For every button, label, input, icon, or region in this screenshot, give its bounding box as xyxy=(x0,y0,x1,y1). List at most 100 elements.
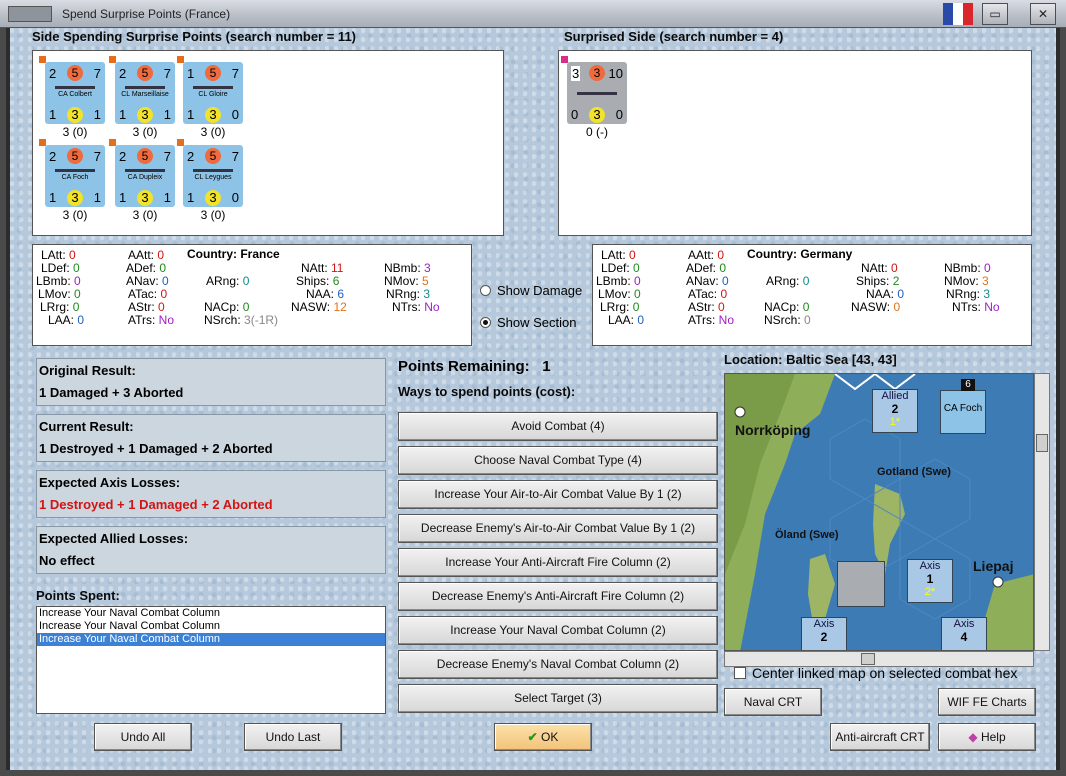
scroll-thumb[interactable] xyxy=(1036,434,1048,452)
decrease-enemy-aa-fire-button[interactable]: Decrease Enemy's Anti-Aircraft Fire Colu… xyxy=(398,582,718,611)
axis-losses-value: 1 Destroyed + 1 Damaged + 2 Aborted xyxy=(39,497,273,512)
unit-counter[interactable]: 2 5 7 CL Marseillaise 1 3 1 xyxy=(109,56,175,124)
linked-map[interactable]: Norrköping Gotland (Swe) Öland (Swe) Lie… xyxy=(724,373,1034,651)
stat-label: ATrs: No xyxy=(128,313,175,327)
unit-stat: 7 xyxy=(93,66,101,81)
minimize-button[interactable]: ▭ xyxy=(982,3,1008,25)
naval-crt-button[interactable]: Naval CRT xyxy=(724,688,822,716)
close-button[interactable]: ✕ xyxy=(1030,3,1056,25)
stat-label: LBmb: 0 xyxy=(596,274,641,288)
ways-to-spend-label: Ways to spend points (cost): xyxy=(398,384,576,399)
points-remaining-label: Points Remaining: 1 xyxy=(398,358,551,375)
wif-fe-charts-button[interactable]: WIF FE Charts xyxy=(938,688,1036,716)
unit-stat: 1 xyxy=(163,190,171,205)
unit-label: 3 (0) xyxy=(200,125,226,139)
select-target-button[interactable]: Select Target (3) xyxy=(398,684,718,713)
unit-stat: 3 xyxy=(571,66,581,81)
axis-losses-title: Expected Axis Losses: xyxy=(39,475,181,490)
unit-stat: 5 xyxy=(67,65,83,81)
points-spent-list[interactable]: Increase Your Naval Combat Column Increa… xyxy=(36,606,386,714)
unit-stat: 1 xyxy=(119,107,127,122)
list-item[interactable]: Increase Your Naval Combat Column xyxy=(37,620,385,633)
avoid-combat-button[interactable]: Avoid Combat (4) xyxy=(398,412,718,441)
show-damage-radio[interactable] xyxy=(480,285,491,296)
unit-stat: 1 xyxy=(163,107,171,122)
scroll-thumb[interactable] xyxy=(861,653,875,665)
choose-naval-combat-type-button[interactable]: Choose Naval Combat Type (4) xyxy=(398,446,718,475)
ok-button[interactable]: ✔ OK xyxy=(494,723,592,751)
ship-icon xyxy=(125,165,165,172)
increase-aa-fire-button[interactable]: Increase Your Anti-Aircraft Fire Column … xyxy=(398,548,718,577)
map-unit-counter[interactable]: 6 CA Foch xyxy=(940,379,986,434)
stat-label: ANav: 0 xyxy=(126,274,169,288)
list-item[interactable]: Increase Your Naval Combat Column xyxy=(37,607,385,620)
decrease-enemy-naval-combat-button[interactable]: Decrease Enemy's Naval Combat Column (2) xyxy=(398,650,718,679)
stat-label: Ships: 2 xyxy=(856,274,900,288)
stat-label: LMov: 0 xyxy=(598,287,641,301)
undo-all-button[interactable]: Undo All xyxy=(94,723,192,751)
stat-label: ADef: 0 xyxy=(686,261,727,275)
unit-stat: 3 xyxy=(67,190,83,206)
stat-label: NRng: 3 xyxy=(946,287,991,301)
enemy-unit-counter[interactable]: 3 3 10 0 3 0 xyxy=(561,56,627,124)
unit-label: 3 (0) xyxy=(132,208,158,222)
map-vertical-scrollbar[interactable] xyxy=(1034,373,1050,651)
unit-name: CA Dupleix xyxy=(127,174,163,181)
unit-stat: 5 xyxy=(137,148,153,164)
axis-hex-marker-3[interactable]: Axis 4 xyxy=(941,617,987,650)
stat-label: ATac: 0 xyxy=(128,287,168,301)
undo-last-button[interactable]: Undo Last xyxy=(244,723,342,751)
anti-aircraft-crt-button[interactable]: Anti-aircraft CRT xyxy=(830,723,930,751)
stat-label: Ships: 6 xyxy=(296,274,340,288)
unit-stat: 0 xyxy=(231,107,239,122)
unit-counter[interactable]: 2 5 7 CA Dupleix 1 3 1 xyxy=(109,139,175,207)
current-result-box: Current Result: 1 Destroyed + 1 Damaged … xyxy=(36,414,386,462)
stat-label: AAtt: 0 xyxy=(688,248,725,262)
increase-naval-combat-button[interactable]: Increase Your Naval Combat Column (2) xyxy=(398,616,718,645)
unit-stat: 3 xyxy=(67,107,83,123)
stat-label: LAA: 0 xyxy=(608,313,645,327)
unit-stat: 1 xyxy=(93,190,101,205)
unit-counter[interactable]: 2 5 7 CL Leygues 1 3 0 xyxy=(177,139,243,207)
unit-counter[interactable]: 2 5 7 CA Foch 1 3 1 xyxy=(39,139,105,207)
axis-hex-marker-2[interactable]: Axis 2 xyxy=(801,617,847,650)
unit-stat: 2 xyxy=(119,66,127,81)
stat-label: NMov: 5 xyxy=(384,274,429,288)
show-damage-label: Show Damage xyxy=(497,283,583,298)
decrease-enemy-air-to-air-button[interactable]: Decrease Enemy's Air-to-Air Combat Value… xyxy=(398,514,718,543)
unit-stat: 5 xyxy=(205,148,221,164)
stat-label: NTrs: No xyxy=(952,300,1000,314)
list-item-selected[interactable]: Increase Your Naval Combat Column xyxy=(37,633,385,646)
stat-label: ADef: 0 xyxy=(126,261,167,275)
unit-name: CA Colbert xyxy=(58,91,92,98)
help-button[interactable]: ◆ Help xyxy=(938,723,1036,751)
center-linked-map-checkbox[interactable] xyxy=(734,667,746,679)
unit-counter[interactable]: 1 5 7 CL Gloire 1 3 0 xyxy=(177,56,243,124)
show-section-radio[interactable] xyxy=(480,317,491,328)
unit-stat: 2 xyxy=(119,149,127,164)
unit-counter[interactable]: 2 5 7 CA Colbert 1 3 1 xyxy=(39,56,105,124)
points-spent-label: Points Spent: xyxy=(36,588,120,603)
unit-stat: 3 xyxy=(137,107,153,123)
unit-stat: 1 xyxy=(119,190,127,205)
unit-marker-icon xyxy=(39,139,46,146)
unit-stat: 3 xyxy=(589,65,605,81)
unit-stat: 1 xyxy=(187,66,195,81)
dialog-body: Side Spending Surprise Points (search nu… xyxy=(6,28,1060,770)
original-result-title: Original Result: xyxy=(39,363,136,378)
stat-label: LRrg: 0 xyxy=(600,300,640,314)
stat-label: ANav: 0 xyxy=(686,274,729,288)
enemy-map-counter[interactable] xyxy=(837,561,885,607)
ship-icon xyxy=(125,82,165,89)
window-menu-icon[interactable] xyxy=(8,6,52,22)
ok-label: OK xyxy=(541,730,559,744)
unit-marker-icon xyxy=(39,56,46,63)
stat-label: ARng: 0 xyxy=(766,274,810,288)
unit-stat: 7 xyxy=(163,149,171,164)
axis-hex-marker[interactable]: Axis 1 2* xyxy=(907,559,953,603)
original-result-box: Original Result: 1 Damaged + 3 Aborted xyxy=(36,358,386,406)
unit-stat: 2 xyxy=(49,66,57,81)
stat-label: LAA: 0 xyxy=(48,313,85,327)
increase-air-to-air-button[interactable]: Increase Your Air-to-Air Combat Value By… xyxy=(398,480,718,509)
allied-hex-marker[interactable]: Allied 2 1* xyxy=(872,389,918,433)
